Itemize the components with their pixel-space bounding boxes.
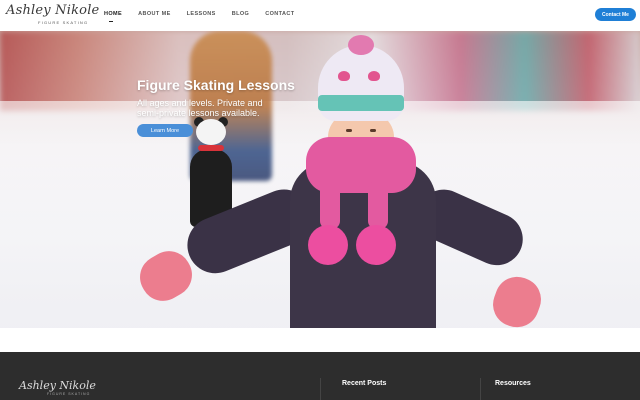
footer-logo-script-text: Ashley Nikole: [19, 379, 96, 392]
footer-divider: [480, 378, 481, 400]
site-header: Ashley Nikole FIGURE SKATING HOME ABOUT …: [0, 0, 640, 31]
hero-subtitle: All ages and levels. Private and semi-pr…: [137, 98, 263, 118]
hero-title: Figure Skating Lessons: [137, 77, 295, 93]
resources-heading: Resources: [495, 380, 531, 387]
contact-me-button[interactable]: Contact Me: [595, 8, 636, 21]
nav-blog[interactable]: BLOG: [232, 11, 250, 17]
logo-script-text: Ashley Nikole: [6, 3, 100, 18]
footer-divider: [320, 378, 321, 400]
nav-contact[interactable]: CONTACT: [265, 11, 294, 17]
nav-home[interactable]: HOME: [104, 11, 122, 22]
nav-lessons[interactable]: LESSONS: [187, 11, 216, 17]
nav-about-me[interactable]: ABOUT ME: [138, 11, 171, 17]
logo-subtitle: FIGURE SKATING: [38, 20, 89, 25]
hero-child-skater: [131, 31, 550, 328]
main-nav: HOME ABOUT ME LESSONS BLOG CONTACT: [104, 11, 295, 22]
footer-logo-subtitle: FIGURE SKATING: [47, 392, 91, 396]
footer-logo[interactable]: Ashley Nikole FIGURE SKATING: [19, 379, 99, 397]
learn-more-button[interactable]: Learn More: [137, 124, 193, 137]
site-footer: Ashley Nikole FIGURE SKATING Recent Post…: [0, 352, 640, 400]
hero-banner: Figure Skating Lessons All ages and leve…: [0, 31, 640, 328]
recent-posts-heading: Recent Posts: [342, 380, 387, 387]
site-logo[interactable]: Ashley Nikole FIGURE SKATING: [6, 3, 100, 29]
